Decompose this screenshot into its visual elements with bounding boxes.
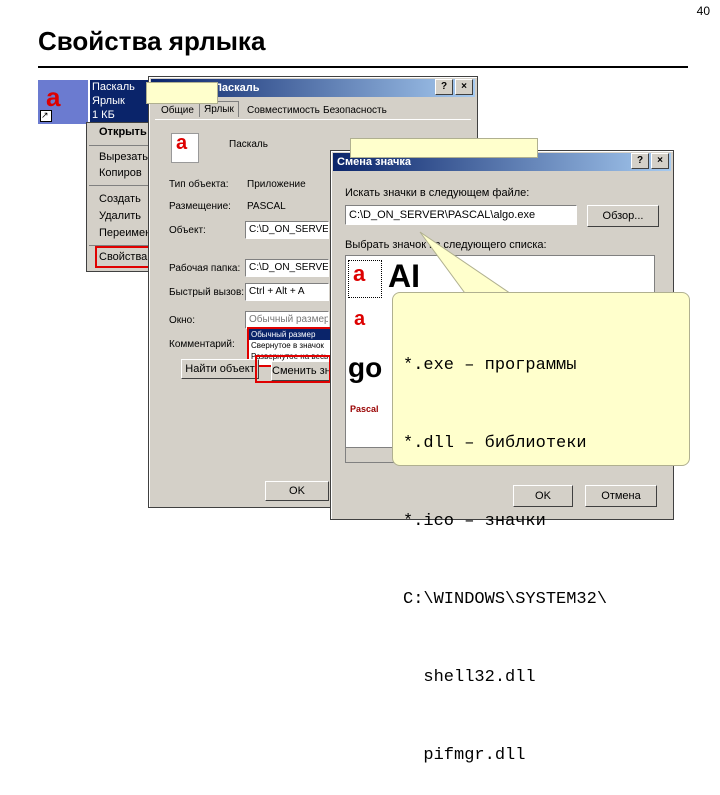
row-label: Размещение: bbox=[169, 201, 231, 212]
close-button[interactable]: × bbox=[455, 79, 473, 95]
menu-item-delete[interactable]: Удалить bbox=[99, 210, 141, 222]
dropdown-option[interactable]: Свернутое в значок bbox=[249, 340, 333, 351]
pascal-app-icon: a bbox=[171, 132, 199, 163]
a-letter-icon: a bbox=[353, 261, 366, 286]
target-field[interactable]: C:\D_ON_SERVER bbox=[245, 221, 329, 239]
menu-item-copy[interactable]: Копиров bbox=[99, 167, 142, 179]
icon-file-field[interactable]: C:\D_ON_SERVER\PASCAL\algo.exe bbox=[345, 205, 577, 225]
working-folder-field[interactable]: C:\D_ON_SERVER bbox=[245, 259, 329, 277]
a-letter-icon: a bbox=[176, 132, 188, 154]
icon-option-pascal[interactable]: a bbox=[348, 260, 382, 298]
callout-line: C:\WINDOWS\SYSTEM32\ bbox=[403, 590, 608, 609]
icon-option-pascal-alt[interactable]: a bbox=[350, 308, 380, 338]
menu-item-create[interactable]: Создать bbox=[99, 193, 141, 205]
row-label: Рабочая папка: bbox=[169, 263, 241, 274]
dropdown-option-selected[interactable]: Обычный размер bbox=[249, 329, 333, 340]
title-underline bbox=[38, 66, 688, 68]
slide-title: Свойства ярлыка bbox=[38, 26, 266, 56]
menu-item-open[interactable]: Открыть bbox=[99, 126, 147, 138]
a-letter-icon: a bbox=[46, 82, 61, 112]
row-label: Объект: bbox=[169, 225, 206, 236]
select-label: Выбрать значок из следующего списка: bbox=[345, 239, 547, 251]
row-label: Комментарий: bbox=[169, 339, 235, 350]
close-button[interactable]: × bbox=[651, 153, 669, 169]
menu-separator bbox=[89, 145, 155, 146]
file-types-callout: *.exe – программы *.dll – библиотеки *.i… bbox=[392, 292, 690, 765]
change-icon-highlight bbox=[255, 355, 331, 383]
page-number: 40 bbox=[696, 4, 710, 18]
menu-item-cut[interactable]: Вырезать bbox=[99, 151, 148, 163]
desktop-icon-label: Паскаль Ярлык 1 КБ bbox=[90, 80, 148, 122]
row-label: Тип объекта: bbox=[169, 179, 229, 190]
tab-divider bbox=[155, 119, 471, 120]
icon-label-line: Ярлык bbox=[92, 95, 125, 107]
a-letter-icon: a bbox=[354, 308, 366, 330]
find-target-button[interactable]: Найти объект bbox=[181, 359, 259, 379]
callout-line: *.dll – библиотеки bbox=[403, 434, 587, 453]
shortcut-arrow-icon: ↗ bbox=[40, 110, 52, 122]
small-callout-mid bbox=[350, 138, 538, 158]
ok-button[interactable]: OK bbox=[265, 481, 329, 501]
help-button[interactable]: ? bbox=[435, 79, 453, 95]
row-label: Быстрый вызов: bbox=[169, 287, 245, 298]
hotkey-field[interactable]: Ctrl + Alt + A bbox=[245, 283, 329, 301]
icon-option-ai[interactable]: AI bbox=[388, 258, 420, 295]
icon-option-go[interactable]: go bbox=[348, 352, 382, 384]
callout-line: shell32.dll bbox=[403, 668, 536, 687]
callout-line: *.ico – значки bbox=[403, 512, 546, 531]
tab-compatibility[interactable]: Совместимость bbox=[247, 105, 320, 116]
small-callout-top bbox=[146, 82, 218, 104]
browse-button[interactable]: Обзор... bbox=[587, 205, 659, 227]
callout-line: *.exe – программы bbox=[403, 356, 577, 375]
help-button[interactable]: ? bbox=[631, 153, 649, 169]
icon-label-line: 1 КБ bbox=[92, 109, 115, 121]
icon-label-line: Паскаль bbox=[92, 81, 135, 93]
row-value: Приложение bbox=[247, 179, 306, 190]
shortcut-name: Паскаль bbox=[229, 139, 268, 150]
menu-item-rename[interactable]: Переимен bbox=[99, 227, 151, 239]
row-value: PASCAL bbox=[247, 201, 286, 212]
row-label: Окно: bbox=[169, 315, 196, 326]
menu-separator bbox=[89, 185, 155, 186]
callout-line: pifmgr.dll bbox=[403, 746, 526, 765]
tab-general[interactable]: Общие bbox=[161, 105, 194, 116]
pascal-shortcut-icon[interactable]: a ↗ bbox=[38, 80, 88, 124]
search-label: Искать значки в следующем файле: bbox=[345, 187, 530, 199]
tab-security[interactable]: Безопасность bbox=[323, 105, 387, 116]
icon-option-pascal-logo[interactable]: Pascal bbox=[350, 404, 379, 414]
